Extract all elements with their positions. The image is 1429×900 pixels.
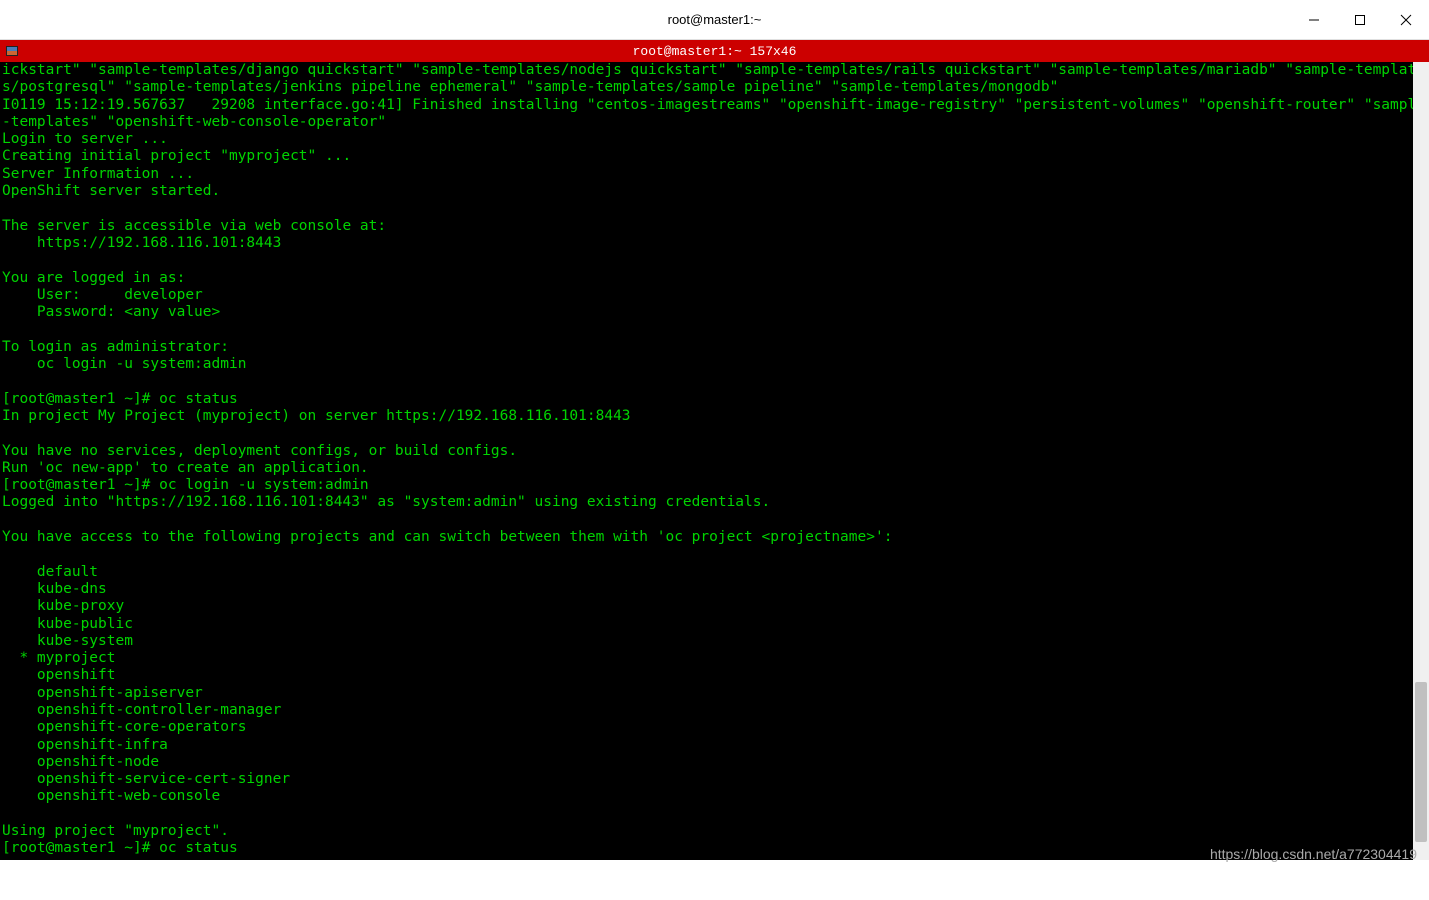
bottom-strip bbox=[0, 860, 1429, 898]
terminal-line: kube-public bbox=[2, 616, 1427, 633]
terminal-line bbox=[2, 546, 1427, 563]
terminal-line bbox=[2, 425, 1427, 442]
terminal-line: Server Information ... bbox=[2, 166, 1427, 183]
terminal-line: To login as administrator: bbox=[2, 339, 1427, 356]
terminal-line: Password: <any value> bbox=[2, 304, 1427, 321]
scrollbar-thumb[interactable] bbox=[1415, 682, 1427, 842]
terminal-tab-icon bbox=[4, 44, 20, 58]
terminal-line: openshift-node bbox=[2, 754, 1427, 771]
terminal-tab-bar: root@master1:~ 157x46 bbox=[0, 40, 1429, 62]
terminal-line: openshift-web-console bbox=[2, 788, 1427, 805]
terminal-scrollbar[interactable] bbox=[1413, 62, 1429, 860]
terminal-line bbox=[2, 806, 1427, 823]
terminal-line: The server is accessible via web console… bbox=[2, 218, 1427, 235]
terminal-line: openshift-apiserver bbox=[2, 685, 1427, 702]
maximize-button[interactable] bbox=[1337, 0, 1383, 40]
terminal-line bbox=[2, 252, 1427, 269]
terminal-line: Using project "myproject". bbox=[2, 823, 1427, 840]
terminal-line: Run 'oc new-app' to create an applicatio… bbox=[2, 460, 1427, 477]
terminal-line: I0119 15:12:19.567637 29208 interface.go… bbox=[2, 97, 1427, 132]
terminal-line: default bbox=[2, 564, 1427, 581]
terminal-output[interactable]: ickstart" "sample-templates/django quick… bbox=[0, 62, 1429, 860]
terminal-line: openshift-core-operators bbox=[2, 719, 1427, 736]
terminal-line bbox=[2, 200, 1427, 217]
terminal-line: OpenShift server started. bbox=[2, 183, 1427, 200]
terminal-line bbox=[2, 321, 1427, 338]
terminal-line: openshift-infra bbox=[2, 737, 1427, 754]
terminal-line bbox=[2, 512, 1427, 529]
terminal-line: https://192.168.116.101:8443 bbox=[2, 235, 1427, 252]
terminal-line: You have no services, deployment configs… bbox=[2, 443, 1427, 460]
terminal-line: Logged into "https://192.168.116.101:844… bbox=[2, 494, 1427, 511]
window-title: root@master1:~ bbox=[668, 12, 762, 27]
terminal-line bbox=[2, 373, 1427, 390]
terminal-tab-title: root@master1:~ 157x46 bbox=[633, 44, 797, 59]
close-button[interactable] bbox=[1383, 0, 1429, 40]
terminal-line: kube-proxy bbox=[2, 598, 1427, 615]
terminal-line: * myproject bbox=[2, 650, 1427, 667]
terminal-line: Creating initial project "myproject" ... bbox=[2, 148, 1427, 165]
terminal-line: kube-system bbox=[2, 633, 1427, 650]
terminal-line: openshift-controller-manager bbox=[2, 702, 1427, 719]
terminal-line: In project My Project (myproject) on ser… bbox=[2, 408, 1427, 425]
watermark-text: https://blog.csdn.net/a772304419 bbox=[1210, 846, 1417, 862]
terminal-line: You have access to the following project… bbox=[2, 529, 1427, 546]
terminal-line: openshift-service-cert-signer bbox=[2, 771, 1427, 788]
terminal-line: [root@master1 ~]# oc login -u system:adm… bbox=[2, 477, 1427, 494]
terminal-line: openshift bbox=[2, 667, 1427, 684]
window-controls bbox=[1291, 0, 1429, 40]
window-titlebar: root@master1:~ bbox=[0, 0, 1429, 40]
terminal-line: kube-dns bbox=[2, 581, 1427, 598]
terminal-line: User: developer bbox=[2, 287, 1427, 304]
terminal-line: Login to server ... bbox=[2, 131, 1427, 148]
minimize-button[interactable] bbox=[1291, 0, 1337, 40]
terminal-line: ickstart" "sample-templates/django quick… bbox=[2, 62, 1427, 97]
terminal-line: You are logged in as: bbox=[2, 270, 1427, 287]
terminal-line: [root@master1 ~]# oc status bbox=[2, 391, 1427, 408]
terminal-line: oc login -u system:admin bbox=[2, 356, 1427, 373]
